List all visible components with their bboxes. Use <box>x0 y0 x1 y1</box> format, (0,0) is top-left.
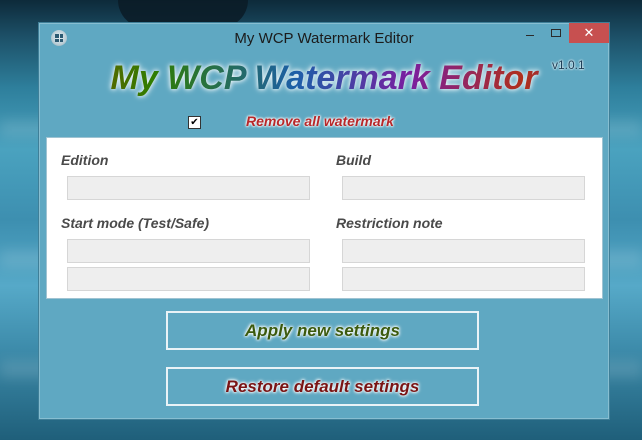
start-mode-field-2[interactable] <box>67 267 310 291</box>
settings-panel: Edition Build Start mode (Test/Safe) Res… <box>46 137 603 299</box>
apply-settings-label: Apply new settings <box>245 320 400 340</box>
close-button[interactable]: ✕ <box>569 23 609 43</box>
restore-defaults-label: Restore default settings <box>225 376 420 396</box>
remove-all-checkbox[interactable]: ✔ <box>188 116 201 129</box>
maximize-icon <box>551 29 561 37</box>
apply-settings-button[interactable]: Apply new settings <box>166 311 479 350</box>
build-field[interactable] <box>342 176 585 200</box>
restriction-note-field-2[interactable] <box>342 267 585 291</box>
edition-label: Edition <box>61 152 109 168</box>
app-window: My WCP Watermark Editor ✕ My WCP Waterma… <box>38 22 610 420</box>
start-mode-label: Start mode (Test/Safe) <box>61 215 210 231</box>
edition-field[interactable] <box>67 176 310 200</box>
minimize-button[interactable] <box>517 23 543 43</box>
title-bar[interactable]: My WCP Watermark Editor ✕ <box>39 23 609 53</box>
version-label: v1.0.1 <box>552 58 585 72</box>
close-icon: ✕ <box>583 25 595 40</box>
restriction-note-field-1[interactable] <box>342 239 585 263</box>
start-mode-field-1[interactable] <box>67 239 310 263</box>
maximize-button[interactable] <box>543 23 569 43</box>
restore-defaults-button[interactable]: Restore default settings <box>166 367 479 406</box>
app-banner-title: My WCP Watermark Editor <box>39 59 609 98</box>
remove-all-label[interactable]: Remove all watermark <box>246 113 394 129</box>
restriction-note-label: Restriction note <box>336 215 443 231</box>
build-label: Build <box>336 152 371 168</box>
minimize-icon <box>526 34 534 36</box>
